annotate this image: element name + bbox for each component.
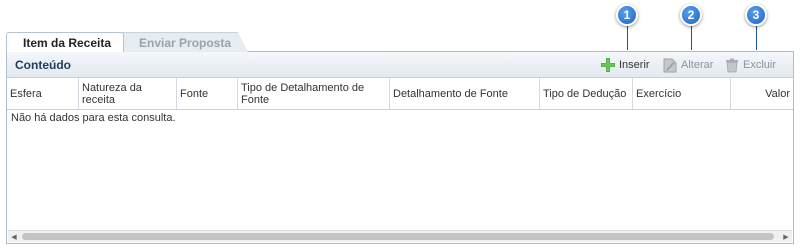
empty-table-message: Não há dados para esta consulta. bbox=[11, 112, 176, 124]
panel-title: Conteúdo bbox=[15, 58, 71, 72]
column-header-natureza-da-receita[interactable]: Natureza da receita bbox=[79, 78, 177, 109]
column-header-tipo-de-detalhamento-de-fonte[interactable]: Tipo de Detalhamento de Fonte bbox=[238, 78, 390, 109]
horizontal-scrollbar[interactable]: ◀ ▶ bbox=[8, 230, 792, 242]
insert-button[interactable]: Inserir bbox=[600, 57, 650, 73]
plus-icon bbox=[600, 57, 616, 73]
scroll-right-arrow-icon[interactable]: ▶ bbox=[780, 231, 792, 242]
column-header-exercicio[interactable]: Exercício bbox=[633, 78, 731, 109]
column-header-esfera[interactable]: Esfera bbox=[7, 78, 79, 109]
trash-icon bbox=[724, 57, 740, 73]
panel-header: Conteúdo Inserir Alterar Excluir bbox=[7, 52, 793, 78]
table-header: Esfera Natureza da receita Fonte Tipo de… bbox=[7, 78, 793, 110]
tab-item-da-receita[interactable]: Item da Receita bbox=[6, 32, 124, 52]
insert-label: Inserir bbox=[619, 59, 650, 71]
column-header-tipo-de-deducao[interactable]: Tipo de Dedução bbox=[540, 78, 633, 109]
callout-marker-3: 3 bbox=[745, 4, 767, 26]
scroll-left-arrow-icon[interactable]: ◀ bbox=[8, 231, 20, 242]
tab-label: Enviar Proposta bbox=[139, 35, 232, 50]
alter-button[interactable]: Alterar bbox=[662, 57, 713, 73]
scrollbar-thumb[interactable] bbox=[22, 233, 774, 240]
delete-label: Excluir bbox=[743, 59, 777, 71]
alter-label: Alterar bbox=[681, 59, 714, 71]
content-panel: Conteúdo Inserir Alterar Excluir Esfera … bbox=[6, 51, 794, 244]
callout-marker-2: 2 bbox=[680, 4, 702, 26]
tab-enviar-proposta[interactable]: Enviar Proposta bbox=[122, 32, 248, 52]
tab-label: Item da Receita bbox=[23, 35, 112, 50]
column-header-detalhamento-de-fonte[interactable]: Detalhamento de Fonte bbox=[390, 78, 540, 109]
edit-icon bbox=[662, 57, 678, 73]
delete-button[interactable]: Excluir bbox=[724, 57, 776, 73]
column-header-valor[interactable]: Valor bbox=[731, 78, 793, 109]
callout-marker-1: 1 bbox=[616, 4, 638, 26]
column-header-fonte[interactable]: Fonte bbox=[177, 78, 238, 109]
